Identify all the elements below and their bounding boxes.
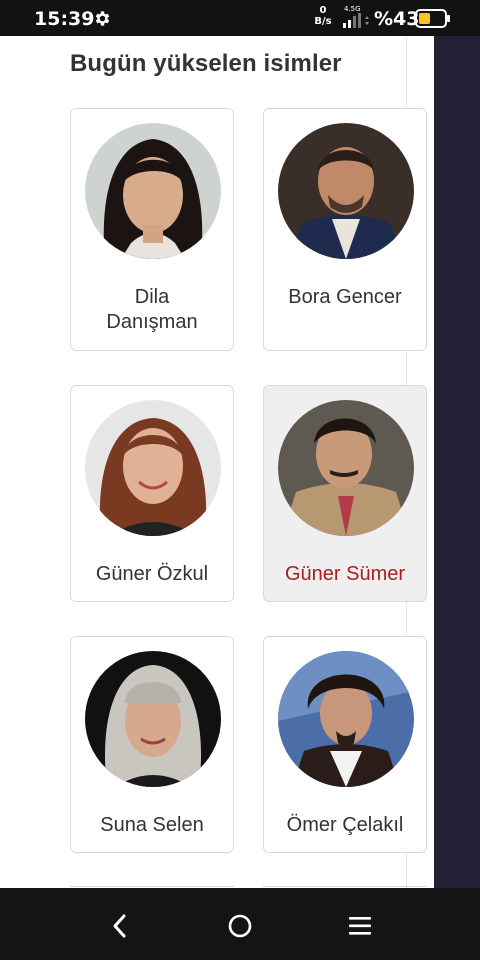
person-name: Güner Özkul [95,563,209,585]
person-name: Güner Sümer [284,563,406,585]
menu-icon [349,917,371,935]
person-card-dila-danisman[interactable]: Dila Danışman [70,108,234,351]
person-card-guner-ozkul[interactable]: Güner Özkul [70,385,234,602]
status-bar: 15:39 0 B/s 4.5G %43 [0,0,480,36]
person-card-guner-sumer[interactable]: Güner Sümer [263,385,427,602]
person-name: Suna Selen [100,814,204,836]
avatar [278,400,414,536]
avatar [278,123,414,259]
net-speed-value: 0 [319,5,327,16]
person-card-omer-celakil[interactable]: Ömer Çelakıl [263,636,427,853]
left-gutter [0,36,29,888]
person-name-line-2: Danışman [106,311,198,333]
person-card-suna-selen[interactable]: Suna Selen [70,636,234,853]
person-name: Ömer Çelakıl [286,814,404,836]
status-time: 15:39 [34,8,95,30]
network-type: 4.5G [344,5,361,13]
side-strip [434,36,480,888]
person-name-line-1: Dila [134,286,170,308]
navigation-bar [0,888,480,960]
section-title: Bugün yükselen isimler [70,50,342,77]
net-speed-unit: B/s [314,16,332,27]
person-name: Dila Danışman [77,285,227,335]
avatar [278,651,414,787]
signal-icon: 4.5G [343,5,369,28]
gear-icon [95,11,110,26]
avatar [85,400,221,536]
home-button[interactable] [220,906,260,946]
avatar [85,651,221,787]
menu-button[interactable] [340,906,380,946]
battery-icon [415,9,450,28]
battery-percent: %43 [374,8,420,30]
person-name: Bora Gencer [288,286,402,308]
back-button[interactable] [100,906,140,946]
avatar [85,123,221,259]
person-card-bora-gencer[interactable]: Bora Gencer [263,108,427,351]
net-speed: 0 B/s [312,5,334,27]
back-icon [113,914,126,938]
home-icon [228,914,252,938]
